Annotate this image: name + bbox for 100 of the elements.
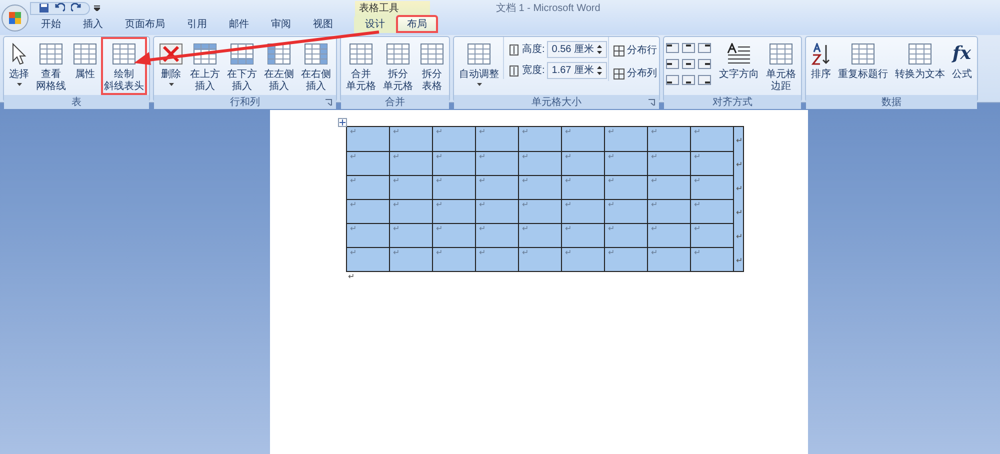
table-icon: [386, 43, 410, 65]
table-cell: ↵: [476, 151, 518, 175]
distribute-button[interactable]: 分布行: [612, 43, 657, 58]
size-field[interactable]: 1.67 厘米: [546, 62, 607, 79]
sort-icon: [810, 43, 831, 65]
ribbon-button[interactable]: fx 公式: [948, 37, 975, 95]
align-icon[interactable]: [666, 43, 679, 53]
dialog-launcher-icon[interactable]: [648, 99, 655, 106]
table-cell: ↵: [390, 199, 432, 223]
table-cell: ↵: [690, 247, 734, 272]
table-cell: ↵: [648, 126, 690, 151]
formula-glyph: fx: [952, 43, 972, 65]
align-icon[interactable]: [682, 43, 695, 53]
table-cell: ↵: [562, 126, 604, 151]
undo-icon[interactable]: [55, 3, 65, 13]
ribbon-button[interactable]: 合并 单元格: [343, 37, 379, 95]
table-icon: [112, 43, 136, 65]
ribbon-button[interactable]: 单元格 边距: [762, 37, 799, 95]
ribbon-button[interactable]: 属性: [70, 37, 100, 95]
spinner-icon: [596, 65, 602, 76]
table-icon: [420, 43, 444, 65]
field-label: 高度:: [522, 42, 545, 57]
table-icon: [267, 43, 291, 65]
ribbon-button[interactable]: 拆分 单元格: [380, 37, 416, 95]
table-cell: ↵: [604, 223, 648, 247]
ribbon-button[interactable]: 在左侧 插入: [261, 37, 297, 95]
table-icon: [304, 43, 328, 65]
redo-icon[interactable]: [71, 3, 81, 13]
ribbon-tab[interactable]: 页面布局: [114, 15, 176, 33]
table-cell: ↵: [518, 247, 562, 272]
table-cell: ↵: [604, 175, 648, 199]
table-cell: ↵: [690, 151, 734, 175]
customize-caret-icon[interactable]: [94, 5, 100, 11]
table-cell: ↵: [518, 199, 562, 223]
ribbon-button[interactable]: 在右侧 插入: [298, 37, 334, 95]
group-label: 合并: [385, 96, 405, 110]
table-cell: ↵: [648, 247, 690, 272]
table-cell: ↵: [518, 126, 562, 151]
table-cell: ↵: [390, 151, 432, 175]
spinner-icon: [596, 44, 602, 55]
ribbon-tab[interactable]: 开始: [30, 15, 72, 33]
caret-icon: [476, 83, 482, 86]
align-icon[interactable]: [682, 75, 695, 85]
size-field[interactable]: 0.56 厘米: [546, 41, 607, 58]
ribbon-button[interactable]: 查看 网格线: [33, 37, 69, 95]
table-cell: ↵: [604, 126, 648, 151]
ribbon-button[interactable]: 在下方 插入: [224, 37, 260, 95]
row-end-mark: ↵: [736, 136, 743, 145]
row-end-mark: ↵: [736, 160, 743, 169]
table-cell: ↵: [690, 223, 734, 247]
table-cell: ↵: [562, 151, 604, 175]
table-cell: ↵: [690, 199, 734, 223]
table-cell: ↵: [562, 223, 604, 247]
ribbon-button[interactable]: 转换为文本: [892, 37, 948, 95]
align-icon[interactable]: [666, 59, 679, 69]
table-cell: ↵: [476, 199, 518, 223]
table-cell: ↵: [648, 151, 690, 175]
ribbon-tab[interactable]: 插入: [72, 15, 114, 33]
align-icon[interactable]: [682, 59, 695, 69]
table-cell: ↵: [648, 199, 690, 223]
distribute-icon: [612, 44, 625, 56]
ribbon-button[interactable]: 自动调整: [456, 37, 502, 95]
table-cell: ↵: [432, 126, 476, 151]
table-cell: ↵: [690, 126, 734, 151]
align-icon[interactable]: [698, 75, 711, 85]
ribbon-tab[interactable]: 布局: [396, 15, 438, 33]
table-cell: ↵: [346, 151, 390, 175]
ribbon-tab[interactable]: 邮件: [218, 15, 260, 33]
table-cell: ↵: [432, 247, 476, 272]
table-cell: ↵: [346, 223, 390, 247]
ribbon-tab[interactable]: 设计: [354, 15, 396, 33]
ribbon-tab[interactable]: 引用: [176, 15, 218, 33]
dialog-launcher-icon[interactable]: [325, 99, 332, 106]
table-cell: ↵: [476, 175, 518, 199]
table-cell: ↵: [518, 223, 562, 247]
ribbon-button[interactable]: 拆分 表格: [417, 37, 447, 95]
align-icon[interactable]: [698, 43, 711, 53]
distribute-button[interactable]: 分布列: [612, 66, 657, 81]
table-move-handle-icon[interactable]: [338, 118, 347, 127]
align-icon[interactable]: [666, 75, 679, 85]
align-icon[interactable]: [698, 59, 711, 69]
ribbon-button[interactable]: 在上方 插入: [187, 37, 223, 95]
save-icon[interactable]: [39, 3, 49, 13]
group-label: 对齐方式: [712, 96, 752, 110]
table-cell: ↵: [432, 199, 476, 223]
table-cell: ↵: [432, 223, 476, 247]
ribbon-tab[interactable]: 视图: [302, 15, 344, 33]
ribbon-button[interactable]: 删除: [156, 37, 186, 95]
distribute-icon: [612, 68, 625, 80]
table-cell: ↵: [390, 126, 432, 151]
table-icon: [467, 43, 491, 65]
ribbon-button[interactable]: 选择: [6, 37, 32, 95]
field-label: 宽度:: [522, 64, 545, 78]
ribbon-button[interactable]: 重复标题行: [834, 37, 891, 95]
table-cell: ↵: [432, 151, 476, 175]
table-icon: [73, 43, 97, 65]
office-button-icon[interactable]: [1, 4, 29, 32]
ribbon-button[interactable]: 文字方向: [716, 37, 762, 95]
ribbon-button[interactable]: 排序: [808, 37, 834, 95]
ribbon-tab[interactable]: 审阅: [260, 15, 302, 33]
